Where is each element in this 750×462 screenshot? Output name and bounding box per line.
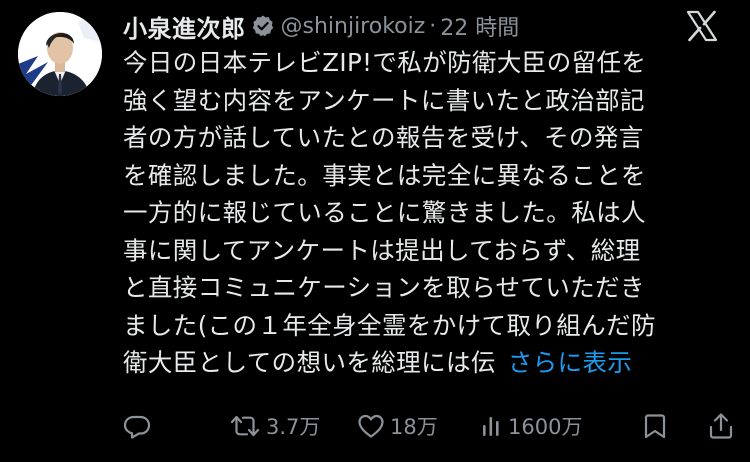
tweet-text-line: ました(この１年全身全霊をかけて取り組んだ防	[123, 310, 656, 340]
tweet-text-line: を確認しました。事実とは完全に異なることを	[123, 160, 646, 190]
tweet-text-line: 一方的に報じていることに驚きました。私は人	[123, 198, 646, 227]
tweet-text-line-last: 衛大臣としての想いを総理には伝 さらに表示	[123, 344, 723, 382]
like-button[interactable]: 18万	[356, 408, 438, 444]
tweet-text: 今日の日本テレビZIP!で私が防衛大臣の留任を 強く望む内容をアンケートに書いた…	[123, 44, 723, 382]
retweet-button[interactable]: 3.7万	[228, 408, 320, 444]
avatar[interactable]	[18, 12, 102, 96]
tweet[interactable]: 小泉進次郎 @shinjirokoiz · 22 時間 今日の日本テレビZIP!…	[0, 0, 750, 462]
reply-icon	[122, 411, 152, 441]
share-icon	[706, 411, 736, 441]
views-icon	[478, 411, 504, 441]
separator-dot: ·	[429, 13, 437, 39]
verified-badge-icon	[251, 14, 275, 38]
tweet-text-line: 者の方が話していたとの報告を受け、その発言	[123, 123, 644, 152]
tweet-text-line: 強く望む内容をアンケートに書いたと政治部記	[123, 85, 645, 115]
reply-button[interactable]	[122, 408, 152, 444]
retweet-icon	[228, 411, 262, 441]
tweet-text-fragment: 衛大臣としての想いを総理には伝	[123, 348, 496, 377]
x-logo-icon	[684, 8, 720, 44]
tweet-text-line: 今日の日本テレビZIP!で私が防衛大臣の留任を	[123, 48, 647, 77]
views-count: 1600万	[508, 415, 583, 439]
display-name[interactable]: 小泉進次郎	[123, 9, 246, 44]
action-bar: 3.7万 18万 1600万	[120, 408, 740, 444]
tweet-header: 小泉進次郎 @shinjirokoiz · 22 時間	[123, 9, 519, 43]
bookmark-button[interactable]	[640, 408, 670, 444]
bookmark-icon	[640, 411, 670, 441]
tweet-text-line: 事に関してアンケートは提出しておらず、総理	[123, 235, 641, 265]
retweet-count: 3.7万	[266, 415, 321, 439]
author-handle[interactable]: @shinjirokoiz	[281, 14, 426, 39]
heart-icon	[356, 411, 386, 441]
like-count: 18万	[390, 415, 438, 439]
views-button[interactable]: 1600万	[478, 408, 582, 444]
timestamp[interactable]: 22 時間	[440, 10, 519, 42]
avatar-portrait-icon	[18, 12, 102, 96]
share-button[interactable]	[706, 408, 736, 444]
tweet-text-line: と直接コミュニケーションを取らせていただき	[123, 273, 645, 302]
show-more-link[interactable]: さらに表示	[508, 348, 633, 377]
